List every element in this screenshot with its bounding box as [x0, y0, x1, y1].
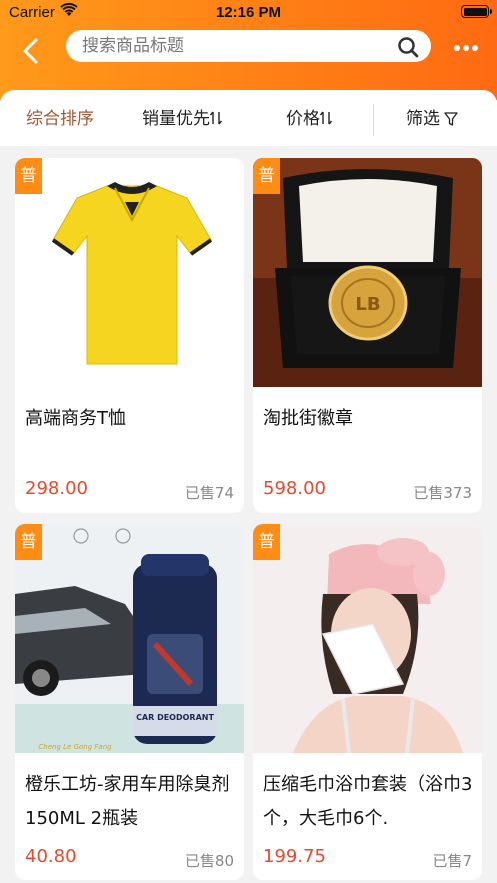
svg-text:CAR DEODORANT: CAR DEODORANT	[136, 713, 214, 722]
product-image	[15, 158, 244, 387]
product-title: 压缩毛巾浴巾套装（浴巾3个，大毛巾6个.	[263, 774, 473, 829]
product-tag: 普	[15, 524, 42, 560]
product-image	[253, 524, 482, 753]
gold-badge-in-box-image: LB	[253, 158, 482, 387]
car-deodorant-image: CAR DEODORANT Cheng Le Gong Fang	[15, 524, 244, 753]
tab-comprehensive-sort[interactable]: 综合排序	[26, 90, 94, 146]
product-sold-count: 已售80	[184, 852, 234, 870]
product-card[interactable]: 普 高端商务T恤 298.00 已售74	[15, 158, 244, 513]
sort-arrows-icon	[210, 111, 223, 125]
product-price: 199.75	[263, 846, 326, 867]
svg-text:LB: LB	[355, 294, 380, 315]
product-title: 橙乐工坊-家用车用除臭剂150ML 2瓶装	[25, 774, 230, 829]
filter-bar: 综合排序 销量优先 价格 筛选	[0, 90, 497, 146]
tab-comprehensive-sort-label: 综合排序	[26, 109, 94, 129]
product-image: LB	[253, 158, 482, 387]
search-icon[interactable]	[397, 36, 419, 58]
product-tag: 普	[15, 158, 42, 194]
battery-icon	[461, 5, 492, 18]
product-sold-count: 已售373	[413, 484, 472, 502]
product-sold-count: 已售74	[184, 484, 234, 502]
more-icon[interactable]	[453, 44, 479, 52]
sort-arrows-icon	[320, 111, 333, 125]
product-card[interactable]: LB 普 淘批街徽章 598.00 已售373	[253, 158, 482, 513]
funnel-icon	[444, 112, 458, 126]
product-price: 40.80	[25, 846, 77, 867]
status-bar: Carrier 12:16 PM	[0, 0, 497, 26]
filter-divider	[373, 104, 374, 136]
product-price: 298.00	[25, 478, 88, 499]
tab-price[interactable]: 价格	[286, 90, 334, 146]
status-time: 12:16 PM	[215, 4, 282, 21]
tab-sales-first-label: 销量优先	[142, 109, 210, 129]
product-image: CAR DEODORANT Cheng Le Gong Fang	[15, 524, 244, 753]
search-bar[interactable]	[66, 30, 431, 62]
product-tag: 普	[253, 524, 280, 560]
product-card[interactable]: CAR DEODORANT Cheng Le Gong Fang 普 橙乐工坊-…	[15, 524, 244, 880]
product-price: 598.00	[263, 478, 326, 499]
product-tag: 普	[253, 158, 280, 194]
tab-price-label: 价格	[286, 109, 320, 129]
back-button[interactable]	[18, 36, 46, 66]
product-title: 高端商务T恤	[25, 408, 126, 429]
tab-filter[interactable]: 筛选	[406, 90, 458, 146]
search-input[interactable]	[82, 30, 382, 62]
woman-with-towel-image	[253, 524, 482, 753]
header: Carrier 12:16 PM	[0, 0, 497, 100]
product-sold-count: 已售7	[432, 852, 472, 870]
tab-filter-label: 筛选	[406, 109, 440, 129]
svg-text:Cheng Le Gong Fang: Cheng Le Gong Fang	[38, 743, 112, 751]
tab-sales-first[interactable]: 销量优先	[142, 90, 224, 146]
product-title: 淘批街徽章	[263, 408, 353, 429]
yellow-polo-shirt-image	[51, 182, 213, 365]
product-card[interactable]: 普 压缩毛巾浴巾套装（浴巾3个，大毛巾6个. 199.75 已售7	[253, 524, 482, 880]
